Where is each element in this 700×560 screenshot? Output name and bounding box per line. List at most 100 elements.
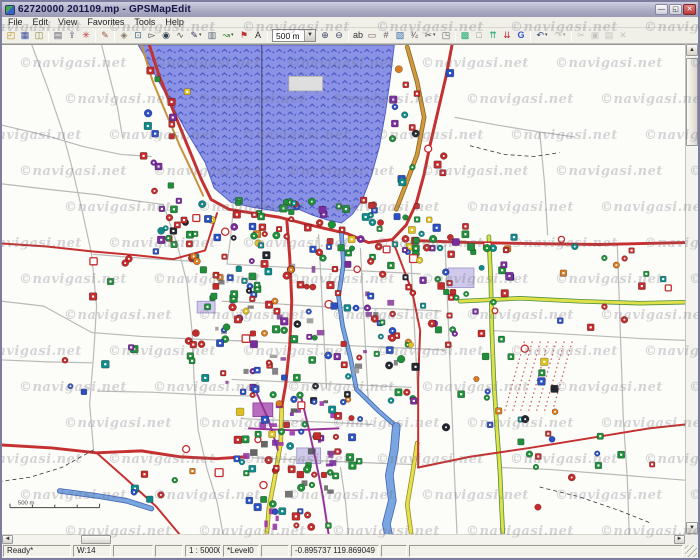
poi-icon[interactable] — [346, 453, 354, 461]
map-properties-button[interactable]: ▤ — [51, 29, 65, 43]
poi-icon[interactable] — [374, 351, 380, 357]
poi-icon[interactable] — [213, 283, 219, 289]
poi-icon[interactable] — [379, 271, 386, 278]
poi-icon[interactable] — [327, 238, 333, 244]
poi-icon[interactable] — [249, 465, 256, 472]
poi-icon[interactable] — [242, 436, 249, 443]
poi-icon[interactable] — [380, 320, 386, 325]
menu-edit[interactable]: Edit — [28, 17, 54, 27]
poi-icon[interactable] — [665, 285, 671, 291]
poi-icon[interactable] — [423, 244, 430, 251]
poi-icon[interactable] — [638, 283, 645, 290]
poi-icon[interactable] — [601, 304, 607, 310]
poi-icon[interactable] — [249, 258, 255, 264]
poi-icon[interactable] — [442, 423, 450, 431]
poi-icon[interactable] — [560, 270, 567, 277]
grid-button[interactable]: # — [379, 29, 393, 43]
poi-icon[interactable] — [324, 352, 331, 359]
poi-icon[interactable] — [254, 503, 262, 511]
poi-icon[interactable] — [158, 492, 165, 499]
poi-icon[interactable] — [349, 415, 355, 421]
poi-icon[interactable] — [270, 391, 277, 398]
poi-icon[interactable] — [389, 96, 397, 104]
poi-icon[interactable] — [288, 216, 294, 222]
vertical-scrollbar[interactable]: ▲ ▼ — [685, 44, 698, 534]
poi-icon[interactable] — [622, 256, 628, 262]
poi-icon[interactable] — [492, 308, 498, 314]
poi-icon[interactable] — [549, 436, 555, 442]
poi-icon[interactable] — [452, 331, 458, 337]
poi-icon[interactable] — [478, 330, 485, 337]
poi-icon[interactable] — [246, 288, 252, 294]
poi-icon[interactable] — [594, 451, 600, 457]
poi-icon[interactable] — [473, 309, 479, 315]
poi-icon[interactable] — [442, 269, 449, 276]
scroll-right-button[interactable]: ► — [674, 535, 685, 544]
poi-icon[interactable] — [403, 389, 410, 396]
poi-icon[interactable] — [240, 389, 246, 395]
poi-icon[interactable] — [257, 213, 264, 220]
poi-icon[interactable] — [420, 303, 426, 309]
poi-icon[interactable] — [260, 481, 267, 488]
poi-icon[interactable] — [220, 370, 226, 376]
poi-icon[interactable] — [259, 224, 266, 231]
poi-icon[interactable] — [325, 523, 331, 529]
restore-button[interactable]: ◱ — [669, 4, 682, 15]
poi-icon[interactable] — [540, 358, 548, 366]
poi-icon[interactable] — [229, 303, 237, 311]
poi-icon[interactable] — [284, 422, 290, 428]
poi-icon[interactable] — [198, 341, 205, 348]
poi-icon[interactable] — [445, 342, 451, 348]
poi-icon[interactable] — [215, 469, 223, 477]
poi-icon[interactable] — [335, 449, 341, 455]
export-route-button[interactable]: ⇊ — [500, 29, 514, 43]
poi-icon[interactable] — [319, 206, 326, 213]
poi-icon[interactable] — [551, 385, 559, 392]
scroll-up-button[interactable]: ▲ — [686, 44, 698, 56]
poi-icon[interactable] — [176, 198, 182, 204]
poi-icon[interactable] — [447, 234, 453, 240]
poi-icon[interactable] — [273, 232, 281, 239]
poi-icon[interactable] — [291, 200, 297, 206]
poi-icon[interactable] — [294, 523, 300, 529]
poi-icon[interactable] — [332, 473, 338, 479]
poi-icon[interactable] — [452, 238, 459, 245]
poi-icon[interactable] — [344, 391, 350, 397]
poi-icon[interactable] — [467, 243, 474, 250]
poi-icon[interactable] — [62, 357, 68, 363]
poi-icon[interactable] — [192, 329, 199, 336]
open-button[interactable]: ◰ — [4, 29, 18, 43]
poi-icon[interactable] — [272, 509, 278, 515]
poi-icon[interactable] — [521, 415, 529, 423]
poi-icon[interactable] — [484, 395, 490, 401]
poi-icon[interactable] — [545, 431, 551, 437]
poi-icon[interactable] — [222, 228, 229, 235]
poi-icon[interactable] — [348, 434, 356, 441]
poi-icon[interactable] — [193, 258, 200, 265]
poi-icon[interactable] — [250, 392, 256, 397]
poi-icon[interactable] — [479, 265, 485, 270]
poi-icon[interactable] — [388, 334, 396, 341]
poi-icon[interactable] — [297, 392, 304, 399]
poi-icon[interactable] — [511, 234, 518, 241]
poi-icon[interactable] — [327, 281, 335, 289]
poi-icon[interactable] — [155, 163, 162, 170]
poi-icon[interactable] — [613, 262, 620, 268]
poi-icon[interactable] — [572, 243, 579, 249]
poi-icon[interactable] — [250, 331, 256, 337]
poi-icon[interactable] — [201, 374, 209, 381]
poi-icon[interactable] — [280, 317, 288, 325]
poi-icon[interactable] — [222, 254, 228, 260]
draw-tool-button[interactable]: ✎▾ — [187, 29, 205, 43]
poi-icon[interactable] — [336, 204, 341, 209]
poi-icon[interactable] — [243, 470, 249, 476]
menu-tools[interactable]: Tools — [129, 17, 160, 27]
poi-icon[interactable] — [420, 277, 427, 284]
poi-icon[interactable] — [291, 396, 298, 403]
poi-icon[interactable] — [425, 145, 432, 152]
poi-icon[interactable] — [290, 335, 298, 342]
poi-icon[interactable] — [312, 335, 318, 340]
poi-icon[interactable] — [316, 219, 323, 226]
poi-icon[interactable] — [81, 389, 87, 395]
poi-icon[interactable] — [385, 362, 393, 369]
